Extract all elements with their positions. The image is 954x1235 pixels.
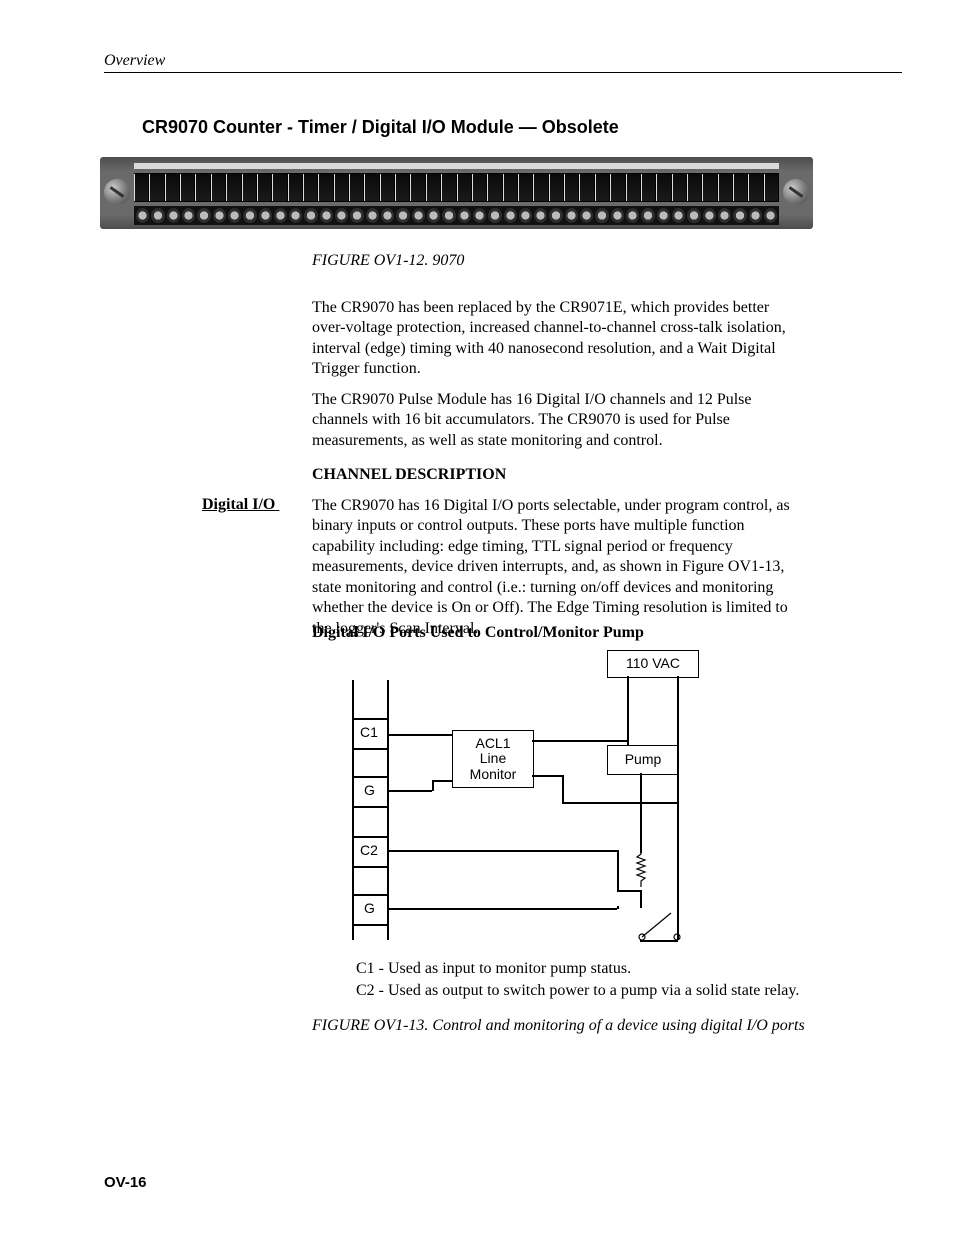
diagram-acl1-line1: ACL1: [453, 736, 533, 751]
figure-13-diagram: C1 G C2 G ACL1 Line Monitor 110 VAC Pump: [352, 650, 722, 950]
diagram-acl1-line3: Monitor: [453, 767, 533, 782]
paragraph-3: The CR9070 has 16 Digital I/O ports sele…: [312, 496, 802, 639]
channel-description-heading: CHANNEL DESCRIPTION: [312, 466, 506, 484]
module-pin-row: [134, 173, 779, 202]
side-label-text: Digital I/O: [202, 496, 275, 513]
diagram-pump-label: Pump: [608, 752, 678, 767]
diagram-label-g2: G: [364, 900, 375, 916]
paragraph-1: The CR9070 has been replaced by the CR90…: [312, 298, 802, 380]
legend-c2: C2 - Used as output to switch power to a…: [356, 980, 799, 1002]
section-title: CR9070 Counter - Timer / Digital I/O Mod…: [142, 117, 619, 138]
header-rule: [104, 72, 902, 73]
side-label-digital-io: Digital I/O: [202, 496, 279, 514]
header-section-name: Overview: [104, 52, 902, 70]
module-top-strip: [134, 163, 779, 169]
figure-13-legend: C1 - Used as input to monitor pump statu…: [356, 958, 799, 1001]
figure-12-caption: FIGURE OV1-12. 9070: [312, 252, 464, 270]
knob-icon: [783, 179, 809, 205]
module-photo: [100, 157, 813, 229]
diagram-acl1-line2: Line: [453, 751, 533, 766]
diagram-label-g1: G: [364, 782, 375, 798]
diagram-label-c1: C1: [360, 724, 378, 740]
subheading-pump: Digital I/O Ports Used to Control/Monito…: [312, 624, 644, 642]
page-header: Overview: [104, 52, 902, 73]
diagram-110vac-label: 110 VAC: [608, 656, 698, 671]
legend-c1: C1 - Used as input to monitor pump statu…: [356, 958, 799, 980]
diagram-label-c2: C2: [360, 842, 378, 858]
switch-icon: [637, 905, 682, 945]
knob-icon: [104, 179, 130, 205]
figure-13-caption: FIGURE OV1-13. Control and monitoring of…: [312, 1016, 812, 1037]
module-screw-row: [134, 206, 779, 225]
diagram-box-acl1: ACL1 Line Monitor: [452, 730, 534, 788]
diagram-box-pump: Pump: [607, 745, 679, 775]
relay-coil-icon: [635, 850, 647, 890]
diagram-box-110vac: 110 VAC: [607, 650, 699, 678]
paragraph-2: The CR9070 Pulse Module has 16 Digital I…: [312, 390, 802, 451]
page-number: OV-16: [104, 1174, 147, 1191]
